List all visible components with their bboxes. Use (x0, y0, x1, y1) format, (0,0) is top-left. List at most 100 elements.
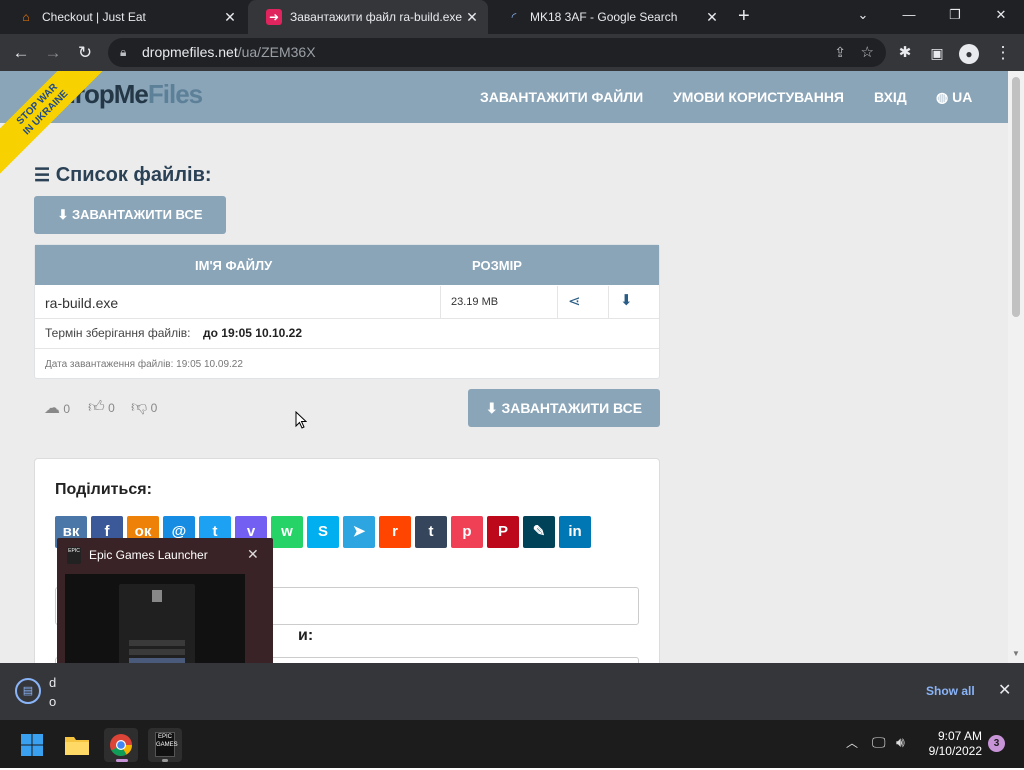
epic-games-icon: EPIC GAMES (155, 732, 178, 757)
scrollbar-thumb[interactable] (1012, 77, 1020, 317)
file-size: 23.19 MB (451, 296, 499, 308)
network-icon[interactable]: 🖵︎ (872, 734, 886, 751)
file-table: ІМ'Я ФАЙЛУ РОЗМІР ra-build.exe 23.19 MB … (34, 244, 660, 379)
col-name-header: ІМ'Я ФАЙЛУ (195, 258, 273, 273)
browser-toolbar: ← → ↻ 🔒︎ dropmefiles.net/ua/ZEM36X ⇪ ☆ ✱… (0, 34, 1024, 71)
share-pinterest-icon[interactable]: P (487, 516, 519, 548)
heading-text: Список файлів: (55, 164, 212, 186)
side-panel-icon[interactable]: ▣ (924, 40, 950, 66)
home-icon: ⌂ (22, 10, 30, 24)
close-icon[interactable]: ✕ (247, 546, 259, 563)
windows-start-icon[interactable] (15, 728, 49, 762)
clock-time: 9:07 AM (937, 729, 982, 743)
tab-google-search[interactable]: ◜ MK18 3AF - Google Search ✕ (488, 0, 728, 34)
chrome-taskbar-icon[interactable] (104, 728, 138, 762)
loading-icon: ◜ (511, 10, 517, 24)
tab-search-icon[interactable]: ⌄ (840, 0, 886, 34)
windows-taskbar: EPIC GAMES ︿ 🖵︎ 🔊︎ 9:07 AM 9/10/2022 3 (0, 720, 1024, 768)
reload-icon[interactable]: ↻ (72, 40, 98, 66)
address-bar[interactable]: 🔒︎ dropmefiles.net/ua/ZEM36X ⇪ ☆ (108, 38, 886, 67)
download-all-button-top[interactable]: ⬇ ЗАВАНТАЖИТИ ВСЕ (34, 196, 226, 234)
download-item-name[interactable]: d (49, 675, 56, 690)
nav-login[interactable]: ВХІД (874, 89, 907, 105)
arrow-right-icon: ➜ (266, 9, 282, 25)
file-name[interactable]: ra-build.exe (45, 295, 118, 311)
cell-divider (557, 286, 558, 318)
download-file-icon[interactable]: ▤ (15, 678, 41, 704)
download-icon: ⬇ (57, 207, 69, 222)
share-skype-icon[interactable]: S (307, 516, 339, 548)
forward-icon[interactable]: → (40, 40, 66, 66)
tab-title: Завантажити файл ra-build.exe (290, 10, 463, 24)
epic-games-icon (152, 590, 162, 602)
tab-dropmefiles[interactable]: ➜ Завантажити файл ra-build.exe ✕ (248, 0, 488, 34)
dislike-count[interactable]: 👎︎ 0 (131, 398, 157, 417)
list-icon: ☰ (34, 165, 51, 185)
show-all-button[interactable]: Show all (926, 684, 975, 698)
extensions-icon[interactable]: ✱ (892, 40, 918, 66)
download-all-button-bottom[interactable]: ⬇ ЗАВАНТАЖИТИ ВСЕ (468, 389, 660, 427)
share-reddit-icon[interactable]: r (379, 516, 411, 548)
col-size-header: РОЗМІР (472, 258, 522, 273)
system-clock[interactable]: 9:07 AM 9/10/2022 (920, 729, 982, 759)
scroll-down-icon[interactable]: ▼ (1012, 649, 1020, 658)
chrome-icon (110, 734, 132, 756)
windows-logo-icon (21, 734, 43, 756)
restore-icon[interactable]: ❐ (932, 0, 978, 34)
share-telegram-icon[interactable]: ➤ (343, 516, 375, 548)
table-header: ІМ'Я ФАЙЛУ РОЗМІР (35, 245, 659, 285)
minimize-icon[interactable]: — (886, 0, 932, 34)
url-host: dropmefiles.net (142, 44, 238, 60)
like-count-value: 0 (108, 401, 115, 415)
thumbnail-bar (129, 640, 185, 646)
close-icon[interactable]: ✕ (222, 9, 238, 25)
globe-icon: ◍ (936, 89, 949, 105)
volume-icon[interactable]: 🔊︎ (896, 734, 905, 751)
share-pocket-icon[interactable]: p (451, 516, 483, 548)
lock-icon: 🔒︎ (120, 45, 127, 59)
back-icon[interactable]: ← (8, 40, 34, 66)
share-linkedin-icon[interactable]: in (559, 516, 591, 548)
expiry-row: Термін зберігання файлів: до 19:05 10.10… (35, 319, 659, 349)
tab-just-eat[interactable]: ⌂ Checkout | Just Eat ✕ (0, 0, 246, 34)
epic-games-icon: EPIC (67, 547, 81, 564)
download-item-status: o (49, 694, 57, 709)
nav-terms[interactable]: УМОВИ КОРИСТУВАННЯ (673, 89, 844, 105)
file-explorer-icon[interactable] (60, 728, 94, 762)
language-label: UA (952, 89, 973, 105)
download-count-value: 0 (63, 402, 71, 416)
share-page-icon[interactable]: ⇪ (834, 38, 846, 67)
expiry-label: Термін зберігання файлів: (45, 326, 191, 340)
nav-upload-files[interactable]: ЗАВАНТАЖИТИ ФАЙЛИ (480, 89, 643, 105)
window-close-icon[interactable]: ✕ (978, 0, 1024, 34)
cell-divider (608, 286, 609, 318)
bookmark-star-icon[interactable]: ☆ (861, 38, 874, 67)
close-icon[interactable]: ✕ (704, 9, 720, 25)
epic-games-taskbar-icon[interactable]: EPIC GAMES (148, 728, 182, 762)
clock-date: 9/10/2022 (928, 744, 982, 758)
thumbnail-bar (129, 649, 185, 655)
share-label-partial: и: (298, 627, 314, 644)
share-tumblr-icon[interactable]: t (415, 516, 447, 548)
profile-icon[interactable]: ● (956, 40, 982, 66)
share-icon[interactable]: ⋖ (568, 292, 581, 310)
download-file-icon[interactable]: ⬇ (620, 291, 633, 309)
like-count[interactable]: 👍︎ 0 (88, 398, 115, 417)
table-row: ra-build.exe 23.19 MB ⋖ ⬇ (35, 286, 659, 319)
url-path: /ua/ZEM36X (237, 44, 316, 60)
share-whatsapp-icon[interactable]: w (271, 516, 303, 548)
downloads-bar: ▤ d o Show all ✕ (0, 663, 1024, 720)
menu-dots-icon[interactable]: ⋮ (990, 40, 1016, 66)
cell-divider (440, 286, 441, 318)
share-livejournal-icon[interactable]: ✎ (523, 516, 555, 548)
folder-icon (65, 737, 89, 755)
chevron-up-icon[interactable]: ︿ (846, 734, 858, 751)
button-label: ЗАВАНТАЖИТИ ВСЕ (72, 207, 203, 222)
page-scrollbar[interactable]: ▼ (1008, 71, 1024, 663)
tab-title: Checkout | Just Eat (42, 10, 146, 24)
close-icon[interactable]: ✕ (464, 9, 480, 25)
close-icon[interactable]: ✕ (998, 680, 1011, 700)
notification-badge[interactable]: 3 (988, 735, 1005, 752)
nav-language[interactable]: ◍ UA (936, 89, 972, 106)
new-tab-button[interactable]: + (738, 5, 750, 28)
